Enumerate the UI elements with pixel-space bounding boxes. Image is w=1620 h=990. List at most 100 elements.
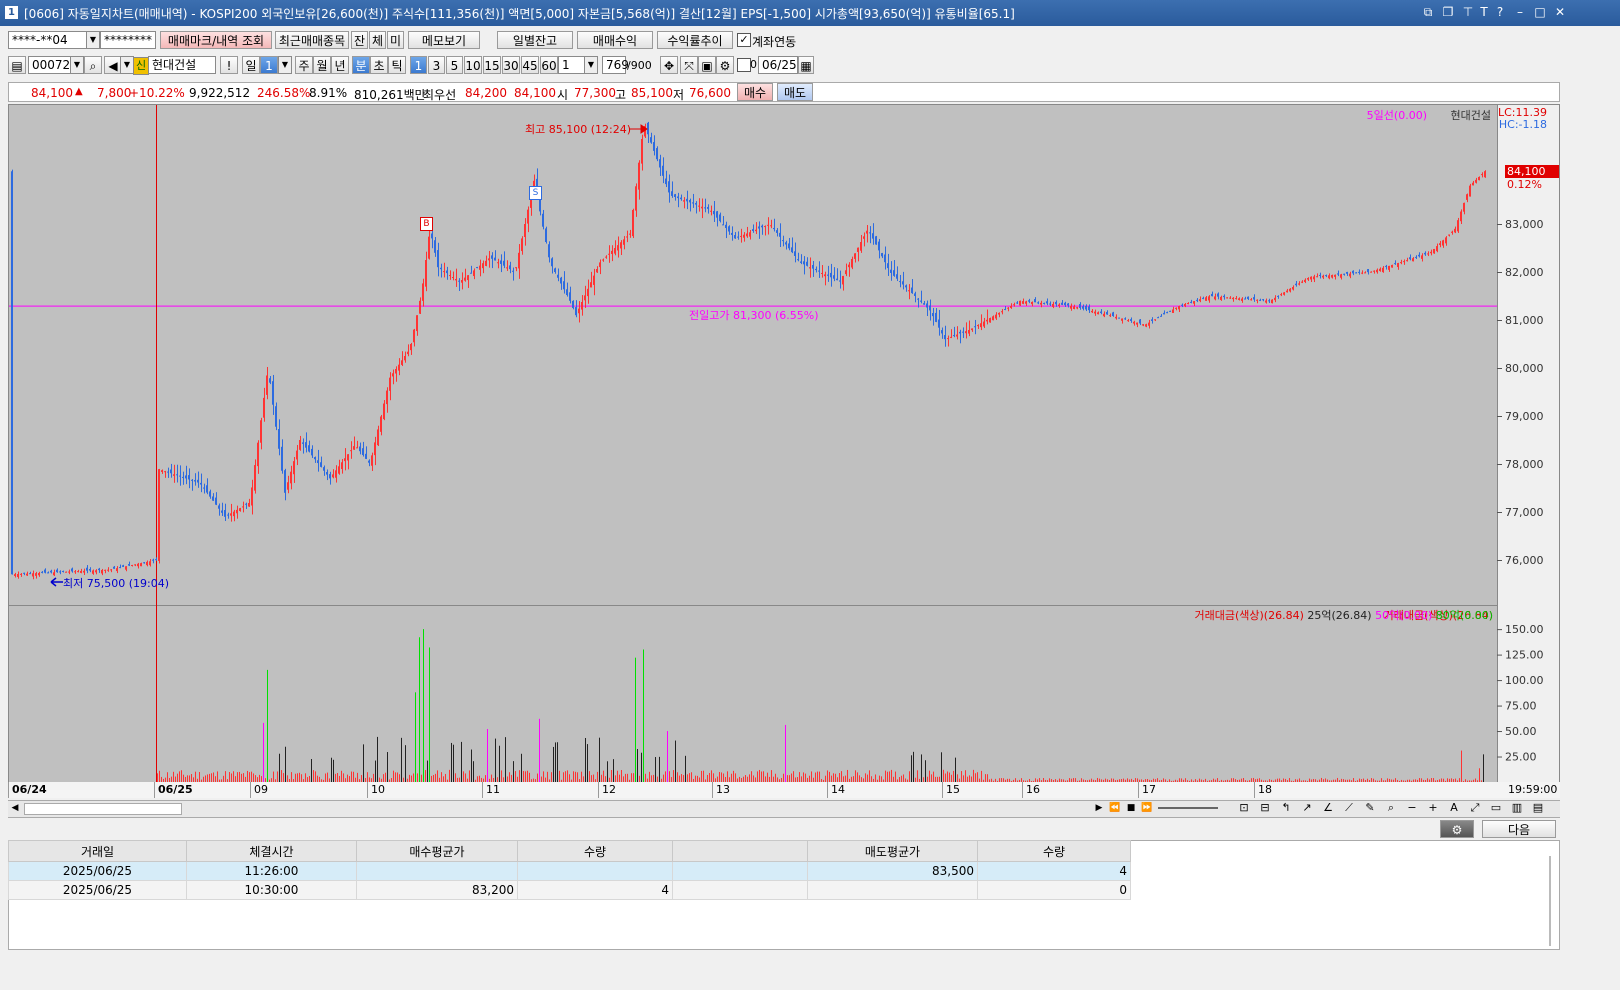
candle-body xyxy=(1205,297,1207,301)
interval-5-button[interactable]: 5 xyxy=(446,56,463,74)
restore-group-icon[interactable]: ❐ xyxy=(1440,4,1456,20)
column-header[interactable]: 거래일 xyxy=(8,840,187,862)
next-button[interactable]: 다음 xyxy=(1482,820,1556,838)
gear-icon[interactable]: ⚙ xyxy=(716,56,734,74)
bar-count-input[interactable]: 769 xyxy=(602,56,629,74)
stock-name-field[interactable]: 현대건설 xyxy=(148,56,216,74)
daily-balance-button[interactable]: 일별잔고 xyxy=(497,31,573,49)
chevron-down-icon[interactable]: ▼ xyxy=(86,31,100,49)
candle-body xyxy=(317,460,319,464)
stock-code-input[interactable]: 000720 xyxy=(28,56,78,74)
interval-15-button[interactable]: 15 xyxy=(483,56,501,74)
date-checkbox[interactable] xyxy=(737,58,751,72)
save-icon[interactable]: ▣ xyxy=(698,56,716,74)
interval-45-button[interactable]: 45 xyxy=(521,56,539,74)
executed-button[interactable]: 체 xyxy=(369,31,386,49)
table-scrollbar[interactable] xyxy=(1549,856,1551,946)
zoom-slider[interactable] xyxy=(1158,807,1218,809)
plus-icon[interactable]: + xyxy=(1425,801,1441,815)
chart-scrollbar[interactable]: ◀ ▶ ⏪ ■ ⏩ ⊡ ⊟ ↰ ↗ ∠ ⟋ ✎ ⌕ − + A ⤢ ▭ ▥ ▤ xyxy=(8,800,1560,818)
scroll-right-icon[interactable]: ▶ xyxy=(1092,801,1106,815)
chevron-down-icon[interactable]: ▼ xyxy=(584,56,598,74)
expand-icon[interactable]: ⤢ xyxy=(1467,801,1483,815)
chevron-down-icon[interactable]: ▼ xyxy=(70,56,84,74)
column-header[interactable]: 매도평균가 xyxy=(807,840,978,862)
table-row[interactable]: 2025/06/25 10:30:00 83,200 4 0 xyxy=(8,880,1131,900)
text-icon[interactable]: A xyxy=(1446,801,1462,815)
date-input[interactable]: 06/25 xyxy=(758,56,798,74)
trade-mark-button[interactable]: 매매마크/내역 조회 xyxy=(160,31,272,49)
forward-icon[interactable]: ⏩ xyxy=(1140,801,1154,815)
interval-60-button[interactable]: 60 xyxy=(540,56,558,74)
column-header[interactable] xyxy=(672,840,808,862)
unfilled-button[interactable]: 미 xyxy=(387,31,404,49)
memo-button[interactable]: 메모보기 xyxy=(408,31,480,49)
trade-profit-button[interactable]: 매매수익 xyxy=(577,31,653,49)
column-header[interactable]: 수량 xyxy=(517,840,673,862)
help-icon[interactable]: ? xyxy=(1492,4,1508,20)
period-second-button[interactable]: 초 xyxy=(370,56,388,74)
account-select[interactable]: ****-**04 xyxy=(8,31,88,49)
magnify-icon[interactable]: ⌕ xyxy=(1383,801,1399,815)
volume-bar xyxy=(987,774,988,782)
font-icon[interactable]: T xyxy=(1476,4,1492,20)
buy-mark-icon[interactable]: B xyxy=(420,217,433,231)
count-select[interactable]: 1 xyxy=(558,56,586,74)
profit-trend-button[interactable]: 수익률추이 xyxy=(657,31,733,49)
crosshair-icon[interactable]: ⤧ xyxy=(680,56,698,74)
period-weekly-button[interactable]: 주 xyxy=(295,56,313,74)
link-icon[interactable]: ⧉ xyxy=(1420,4,1436,20)
interval-30-button[interactable]: 30 xyxy=(502,56,520,74)
column-header[interactable]: 수량 xyxy=(977,840,1131,862)
settings-gear-icon[interactable]: ⚙ xyxy=(1440,820,1474,838)
pen-icon[interactable]: ✎ xyxy=(1362,801,1378,815)
table-icon[interactable]: ▤ xyxy=(1530,801,1546,815)
password-field[interactable]: ******** xyxy=(100,31,156,49)
period-minute-button[interactable]: 분 xyxy=(352,56,370,74)
maximize-icon[interactable]: □ xyxy=(1532,4,1548,20)
table-row[interactable]: 2025/06/25 11:26:00 83,500 4 xyxy=(8,861,1131,881)
buy-button[interactable]: 매수 xyxy=(737,83,773,101)
period-tick-button[interactable]: 틱 xyxy=(388,56,406,74)
chevron-down-icon[interactable]: ▼ xyxy=(278,56,292,74)
close-icon[interactable]: ✕ xyxy=(1552,4,1568,20)
rewind-icon[interactable]: ⏪ xyxy=(1108,801,1122,815)
sell-mark-icon[interactable]: S xyxy=(529,186,542,200)
select-icon[interactable]: ⊡ xyxy=(1236,801,1252,815)
zoom-icon[interactable]: ✥ xyxy=(660,56,678,74)
recent-trades-button[interactable]: 최근매매종목 xyxy=(275,31,349,49)
column-header[interactable]: 체결시간 xyxy=(186,840,357,862)
calendar-icon[interactable]: ▦ xyxy=(798,56,814,74)
search-icon[interactable]: ⌕ xyxy=(84,56,102,74)
minimize-icon[interactable]: – xyxy=(1512,4,1528,20)
column-header[interactable]: 매수평균가 xyxy=(356,840,518,862)
layout-icon[interactable]: ▤ xyxy=(8,56,26,74)
candle-body xyxy=(113,566,115,569)
line-icon[interactable]: ⟋ xyxy=(1341,801,1357,815)
period-daily-button[interactable]: 일 xyxy=(242,56,260,74)
undo-icon[interactable]: ↰ xyxy=(1278,801,1294,815)
minus-icon[interactable]: − xyxy=(1404,801,1420,815)
angle-icon[interactable]: ∠ xyxy=(1320,801,1336,815)
grid-icon[interactable]: ▥ xyxy=(1509,801,1525,815)
period-yearly-button[interactable]: 년 xyxy=(331,56,349,74)
period-count-field[interactable]: 1 xyxy=(260,56,278,74)
stop-icon[interactable]: ■ xyxy=(1124,801,1138,815)
group-icon[interactable]: ⊟ xyxy=(1257,801,1273,815)
scroll-thumb[interactable] xyxy=(24,803,182,815)
chevron-down-icon[interactable]: ▼ xyxy=(120,56,134,74)
interval-1-button[interactable]: 1 xyxy=(410,56,427,74)
candle-wick xyxy=(441,263,442,278)
scroll-left-icon[interactable]: ◀ xyxy=(8,801,22,815)
interval-10-button[interactable]: 10 xyxy=(464,56,482,74)
sell-button[interactable]: 매도 xyxy=(777,83,813,101)
account-link-checkbox[interactable]: ✓ xyxy=(737,33,751,47)
rectangle-icon[interactable]: ▭ xyxy=(1488,801,1504,815)
interval-3-button[interactable]: 3 xyxy=(428,56,445,74)
balance-button[interactable]: 잔 xyxy=(351,31,368,49)
trend-line-icon[interactable]: ↗ xyxy=(1299,801,1315,815)
alert-button[interactable]: ! xyxy=(220,56,238,74)
period-monthly-button[interactable]: 월 xyxy=(313,56,331,74)
price-chart-panel[interactable]: 76,000 77,000 78,000 79,000 80,000 81,000 82,0… xyxy=(8,104,1560,796)
pin-icon[interactable]: ⊤ xyxy=(1460,4,1476,20)
